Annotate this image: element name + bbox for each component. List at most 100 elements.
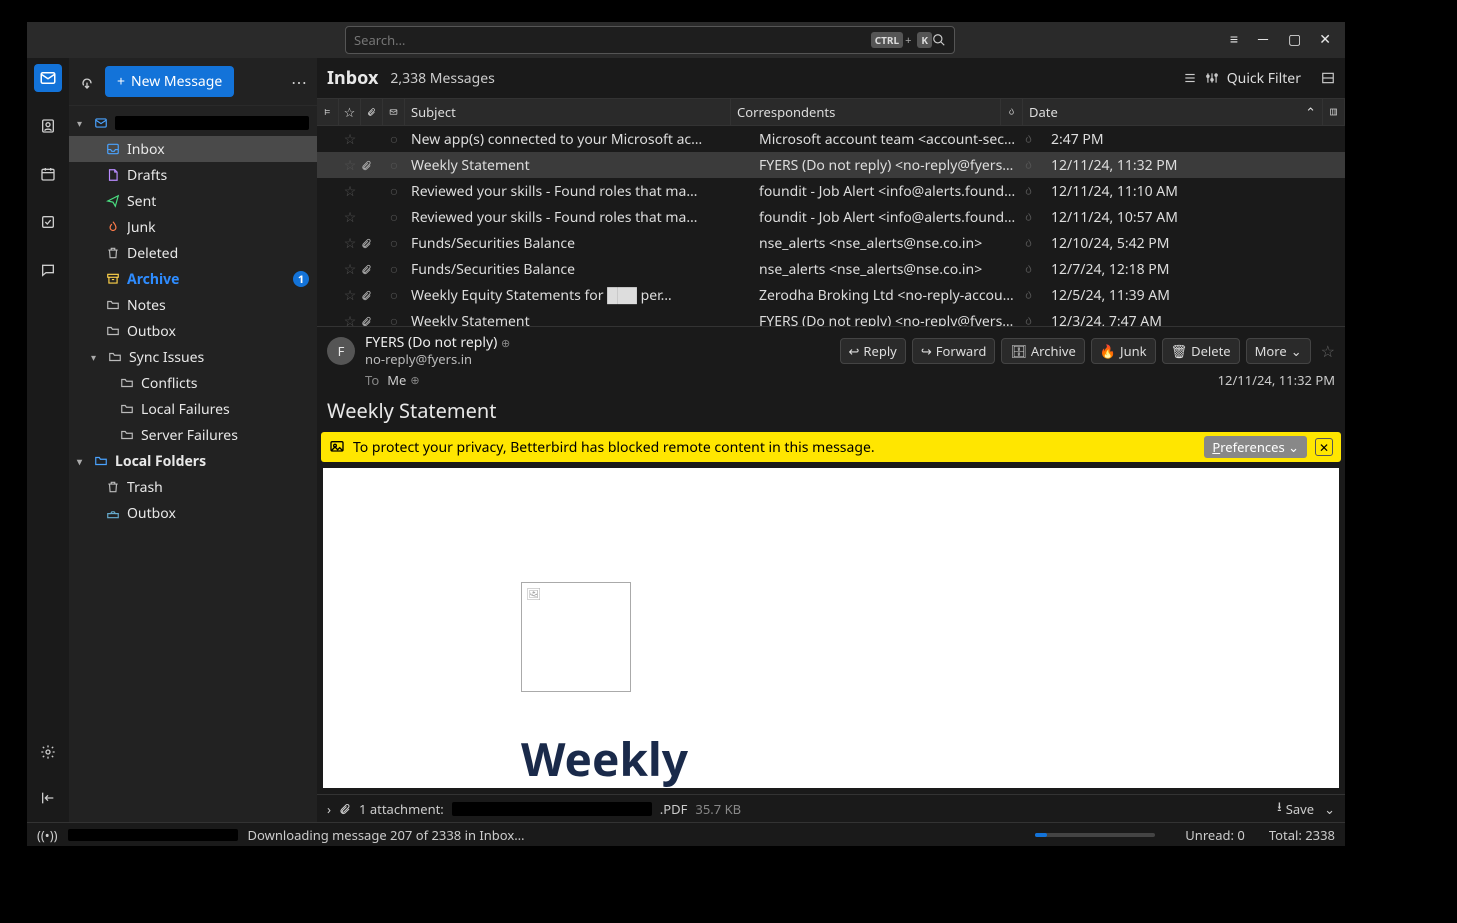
folder-sent[interactable]: Sent [69, 188, 317, 214]
maximize-button[interactable]: ▢ [1288, 30, 1301, 50]
message-row[interactable]: ☆○Weekly StatementFYERS (Do not reply) <… [317, 152, 1345, 178]
save-menu-icon[interactable]: ⌄ [1324, 800, 1335, 818]
star-icon[interactable]: ☆ [339, 286, 361, 305]
local-folders[interactable]: ▾ Local Folders [69, 448, 317, 474]
spam-indicator-icon[interactable] [1023, 186, 1045, 197]
new-message-button[interactable]: + New Message [105, 66, 234, 97]
mail-space-icon[interactable] [34, 64, 62, 92]
forward-button[interactable]: ↪Forward [912, 338, 996, 364]
folder-inbox[interactable]: Inbox [69, 136, 317, 162]
folder-drafts[interactable]: Drafts [69, 162, 317, 188]
contact-icon[interactable]: ⊕ [410, 373, 419, 388]
message-row[interactable]: ☆○New app(s) connected to your Microsoft… [317, 126, 1345, 152]
attachment-column-icon[interactable] [361, 99, 383, 125]
message-row[interactable]: ☆○Weekly StatementFYERS (Do not reply) <… [317, 308, 1345, 326]
spam-column-icon[interactable] [1001, 99, 1023, 125]
junk-button[interactable]: 🔥Junk [1091, 338, 1156, 364]
delete-button[interactable]: 🗑Delete [1162, 338, 1240, 364]
spam-indicator-icon[interactable] [1023, 212, 1045, 223]
column-picker-icon[interactable] [1323, 99, 1345, 125]
spam-indicator-icon[interactable] [1023, 160, 1045, 171]
reply-button[interactable]: ↩Reply [840, 338, 906, 364]
subject-column[interactable]: Subject [405, 99, 731, 125]
archive-button[interactable]: 🗄Archive [1001, 338, 1085, 364]
date-column[interactable]: Date⌃ [1023, 99, 1323, 125]
star-icon[interactable]: ☆ [339, 234, 361, 253]
spam-indicator-icon[interactable] [1023, 238, 1045, 249]
message-row[interactable]: ☆○Weekly Equity Statements for ███ per…Z… [317, 282, 1345, 308]
star-icon[interactable]: ☆ [339, 156, 361, 175]
download-icon[interactable]: ⭳ [1277, 797, 1282, 820]
read-dot-icon[interactable]: ○ [383, 234, 405, 253]
layout-toggle-icon[interactable] [1321, 71, 1335, 85]
read-dot-icon[interactable]: ○ [383, 182, 405, 201]
folder-conflicts[interactable]: Conflicts [69, 370, 317, 396]
close-button[interactable]: ✕ [1319, 30, 1331, 50]
star-icon[interactable]: ☆ [339, 130, 361, 149]
attachment-filename[interactable] [452, 802, 652, 816]
thread-column-icon[interactable] [317, 99, 339, 125]
display-options-icon[interactable] [1183, 71, 1197, 85]
message-row[interactable]: ☆○Funds/Securities Balancense_alerts <ns… [317, 256, 1345, 282]
folder-deleted[interactable]: Deleted [69, 240, 317, 266]
folder-junk[interactable]: Junk [69, 214, 317, 240]
hamburger-icon[interactable]: ≡ [1230, 30, 1238, 50]
chat-icon[interactable] [34, 256, 62, 284]
folder-archive[interactable]: Archive 1 [69, 266, 317, 292]
read-dot-icon[interactable]: ○ [383, 260, 405, 279]
filter-sliders-icon[interactable] [1205, 71, 1219, 85]
star-icon[interactable]: ☆ [339, 312, 361, 327]
read-dot-icon[interactable]: ○ [383, 286, 405, 305]
folder-outbox[interactable]: Outbox [69, 318, 317, 344]
collapse-icon[interactable] [34, 784, 62, 812]
folder-local-outbox[interactable]: Outbox [69, 500, 317, 526]
spam-indicator-icon[interactable] [1023, 316, 1045, 327]
account-row[interactable]: ▾ [69, 110, 317, 136]
tasks-icon[interactable] [34, 208, 62, 236]
calendar-icon[interactable] [34, 160, 62, 188]
online-status-icon[interactable]: ((•)) [37, 826, 58, 844]
read-dot-icon[interactable]: ○ [383, 208, 405, 227]
spam-indicator-icon[interactable] [1023, 264, 1045, 275]
message-row[interactable]: ☆○Reviewed your skills - Found roles tha… [317, 204, 1345, 230]
notice-close-button[interactable]: ✕ [1315, 438, 1333, 456]
read-dot-icon[interactable]: ○ [383, 130, 405, 149]
folder-notes[interactable]: Notes [69, 292, 317, 318]
read-dot-icon[interactable]: ○ [383, 312, 405, 327]
folder-server-failures[interactable]: Server Failures [69, 422, 317, 448]
quick-filter-label[interactable]: Quick Filter [1227, 69, 1301, 88]
star-icon[interactable]: ☆ [339, 260, 361, 279]
status-total: Total: 2338 [1269, 826, 1335, 844]
read-dot-icon[interactable]: ○ [383, 156, 405, 175]
message-list[interactable]: ☆○New app(s) connected to your Microsoft… [317, 126, 1345, 326]
folder-sync-issues[interactable]: ▾ Sync Issues [69, 344, 317, 370]
message-body[interactable]: Weekly [323, 468, 1339, 788]
save-button[interactable]: Save [1286, 800, 1314, 818]
read-column-icon[interactable] [383, 99, 405, 125]
search-icon[interactable] [932, 33, 946, 47]
settings-icon[interactable] [34, 738, 62, 766]
chevron-down-icon: ▾ [91, 350, 101, 364]
minimize-button[interactable]: － [1256, 30, 1270, 50]
more-button[interactable]: More ⌄ [1246, 338, 1311, 364]
star-icon[interactable]: ☆ [339, 208, 361, 227]
sidebar-more-icon[interactable]: ⋯ [291, 71, 307, 93]
expand-icon[interactable]: › [327, 800, 331, 818]
star-column-icon[interactable]: ☆ [339, 99, 361, 125]
status-account [68, 829, 238, 841]
search-input[interactable] [354, 31, 867, 49]
preferences-button[interactable]: Preferences ⌄ [1204, 436, 1307, 458]
spam-indicator-icon[interactable] [1023, 290, 1045, 301]
message-row[interactable]: ☆○Reviewed your skills - Found roles tha… [317, 178, 1345, 204]
folder-local-failures[interactable]: Local Failures [69, 396, 317, 422]
correspondents-column[interactable]: Correspondents [731, 99, 1001, 125]
folder-local-trash[interactable]: Trash [69, 474, 317, 500]
addressbook-icon[interactable] [34, 112, 62, 140]
star-icon[interactable]: ☆ [339, 182, 361, 201]
global-search[interactable]: CTRL + K [345, 26, 955, 54]
get-messages-icon[interactable] [79, 74, 95, 90]
spam-indicator-icon[interactable] [1023, 134, 1045, 145]
contact-icon[interactable]: ⊕ [501, 336, 510, 351]
message-row[interactable]: ☆○Funds/Securities Balancense_alerts <ns… [317, 230, 1345, 256]
star-message-icon[interactable]: ☆ [1321, 340, 1335, 362]
